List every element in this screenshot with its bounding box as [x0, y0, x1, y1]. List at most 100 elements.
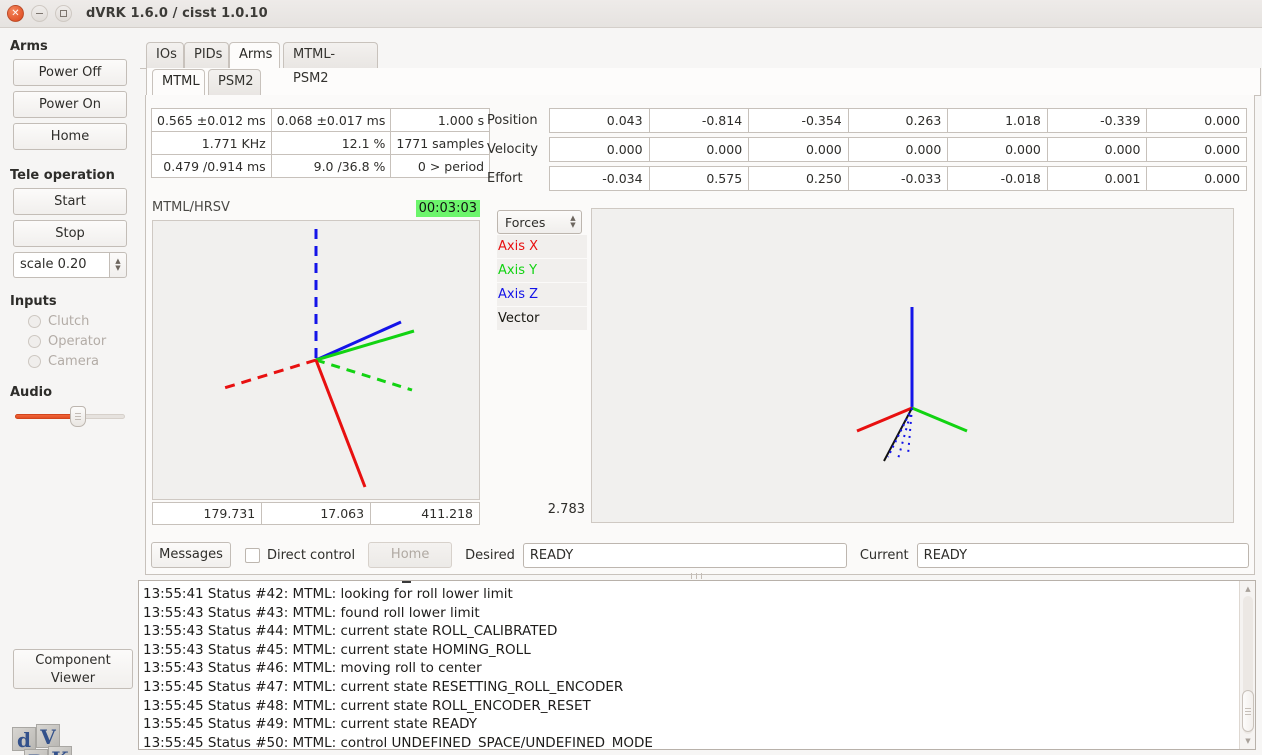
component-viewer-label-2: Viewer	[50, 671, 96, 686]
direct-control-label: Direct control	[267, 547, 356, 563]
log-line: 13:55:45 Status #48: MTML: current state…	[143, 697, 591, 714]
dvrk-logo: d V R K	[12, 724, 74, 755]
velocity-cell-0: 0.000	[549, 137, 650, 162]
vector-magnitude: 2.783	[547, 502, 585, 517]
position-cell-0: 0.043	[549, 108, 650, 133]
teleop-start-button[interactable]: Start	[13, 188, 127, 215]
radio-icon	[28, 355, 41, 368]
chevron-down-icon[interactable]: ▼	[570, 222, 575, 229]
left-frame-axes	[220, 229, 415, 488]
row-label-effort: Effort	[487, 171, 523, 186]
right-3d-viewport[interactable]	[591, 208, 1234, 523]
tab-psm2[interactable]: PSM2	[208, 69, 261, 95]
home-button[interactable]: Home	[13, 123, 127, 150]
minimize-icon[interactable]	[31, 5, 48, 22]
table-row: 1.771 KHz 12.1 % 1771 samples	[151, 131, 491, 155]
coord-z: 411.218	[370, 502, 480, 525]
effort-cell-6: 0.000	[1146, 166, 1248, 191]
log-line: 13:55:45 Status #49: MTML: current state…	[143, 716, 477, 733]
stat-cell: 0.068 ±0.017 ms	[270, 108, 392, 132]
title-bar: ✕ dVRK 1.6.0 / cisst 1.0.10	[0, 0, 1262, 28]
logo-letter-d: d	[12, 727, 36, 752]
force-legend-panel: Forces ▲ ▼ Axis X Axis Y Axis Z Vector	[497, 210, 587, 330]
log-line: 13:55:43 Status #44: MTML: current state…	[143, 623, 558, 640]
messages-button[interactable]: Messages	[151, 542, 231, 568]
maximize-icon[interactable]	[55, 5, 72, 22]
timing-stats-table: 0.565 ±0.012 ms 0.068 ±0.017 ms 1.000 s …	[151, 108, 491, 178]
scale-spinbox[interactable]: scale 0.20 ▲ ▼	[13, 252, 127, 278]
velocity-cell-6: 0.000	[1146, 137, 1248, 162]
row-label-velocity: Velocity	[487, 142, 538, 157]
log-line: 13:55:45 Status #50: MTML: control UNDEF…	[143, 734, 653, 749]
arm-control-row: Messages Direct control Home Desired REA…	[151, 542, 1249, 568]
radio-icon	[28, 315, 41, 328]
text-caret	[402, 581, 411, 583]
splitter-grip-icon	[689, 573, 704, 579]
tab-mtml[interactable]: MTML	[152, 69, 205, 95]
logo-letter-r: R	[24, 749, 48, 755]
position-cell-3: 0.263	[847, 108, 949, 133]
velocity-cell-2: 0.000	[748, 137, 849, 162]
audio-volume-slider[interactable]	[15, 406, 125, 427]
home-state-button[interactable]: Home	[368, 542, 453, 568]
left-3d-viewport[interactable]	[152, 220, 480, 500]
component-viewer-label-1: Component	[35, 653, 111, 668]
tab-arms[interactable]: Arms	[229, 42, 280, 68]
tele-operation-heading: Tele operation	[10, 168, 115, 183]
window-title: dVRK 1.6.0 / cisst 1.0.10	[86, 6, 268, 21]
tab-ios[interactable]: IOs	[146, 42, 184, 68]
slider-fill	[15, 414, 77, 419]
component-viewer-button[interactable]: Component Viewer	[13, 649, 133, 689]
power-off-button[interactable]: Power Off	[13, 59, 127, 86]
scale-value[interactable]: scale 0.20	[13, 252, 109, 278]
legend-axis-x: Axis X	[497, 235, 587, 258]
stat-cell: 9.0 /36.8 %	[270, 154, 392, 178]
arms-heading: Arms	[10, 39, 48, 54]
position-cell-1: -0.814	[648, 108, 750, 133]
power-on-button[interactable]: Power On	[13, 91, 127, 118]
effort-cell-2: 0.250	[748, 166, 849, 191]
current-label: Current	[859, 547, 909, 563]
table-row: Velocity 0.000 0.000 0.000 0.000 0.000 0…	[487, 137, 1248, 162]
table-row: 179.731 17.063 411.218	[151, 502, 480, 525]
logo-letter-k: K	[48, 746, 72, 755]
coord-y: 17.063	[261, 502, 372, 525]
log-line: 13:55:45 Status #47: MTML: current state…	[143, 678, 624, 695]
panel-splitter[interactable]	[137, 572, 1255, 580]
chevron-down-icon[interactable]: ▼	[115, 265, 120, 272]
teleop-stop-button[interactable]: Stop	[13, 220, 127, 247]
session-timer: 00:03:03	[415, 200, 480, 217]
select-stepper[interactable]: ▲ ▼	[565, 215, 581, 229]
table-row: Position 0.043 -0.814 -0.354 0.263 1.018…	[487, 108, 1248, 133]
legend-axis-y: Axis Y	[497, 259, 587, 282]
close-icon[interactable]: ✕	[7, 5, 24, 22]
velocity-cell-1: 0.000	[648, 137, 750, 162]
coord-x: 179.731	[151, 502, 263, 525]
direct-control-checkbox[interactable]	[245, 547, 260, 563]
legend-axis-z: Axis Z	[497, 283, 587, 306]
log-scrollbar[interactable]: ▲ ▼	[1239, 581, 1255, 749]
effort-cell-5: 0.001	[1046, 166, 1148, 191]
desired-state-field[interactable]: READY	[522, 542, 847, 568]
tab-mtml-psm2[interactable]: MTML-PSM2	[283, 42, 378, 86]
tab-pids[interactable]: PIDs	[184, 42, 229, 68]
stat-cell: 1.771 KHz	[151, 131, 272, 155]
current-state-field[interactable]: READY	[916, 542, 1249, 568]
scroll-up-icon[interactable]: ▲	[1242, 583, 1254, 595]
table-row: Effort -0.034 0.575 0.250 -0.033 -0.018 …	[487, 166, 1248, 191]
left-view-header: MTML/HRSV 00:03:03	[152, 200, 480, 220]
display-mode-select[interactable]: Forces ▲ ▼	[497, 210, 582, 234]
log-text[interactable]: 13:55:41 Status #42: MTML: looking for r…	[139, 581, 1239, 749]
scale-stepper[interactable]: ▲ ▼	[109, 252, 127, 278]
left-view-name: MTML/HRSV	[152, 200, 230, 215]
table-row: 0.479 /0.914 ms 9.0 /36.8 % 0 > period	[151, 154, 491, 178]
sidebar: Arms Power Off Power On Home Tele operat…	[0, 29, 140, 755]
effort-cell-1: 0.575	[648, 166, 750, 191]
joint-state-table: Position 0.043 -0.814 -0.354 0.263 1.018…	[487, 108, 1248, 195]
row-label-position: Position	[487, 113, 538, 128]
velocity-cell-5: 0.000	[1046, 137, 1148, 162]
slider-handle[interactable]	[70, 406, 86, 427]
scroll-down-icon[interactable]: ▼	[1242, 735, 1254, 747]
position-cell-2: -0.354	[748, 108, 849, 133]
scrollbar-thumb[interactable]	[1242, 690, 1254, 732]
